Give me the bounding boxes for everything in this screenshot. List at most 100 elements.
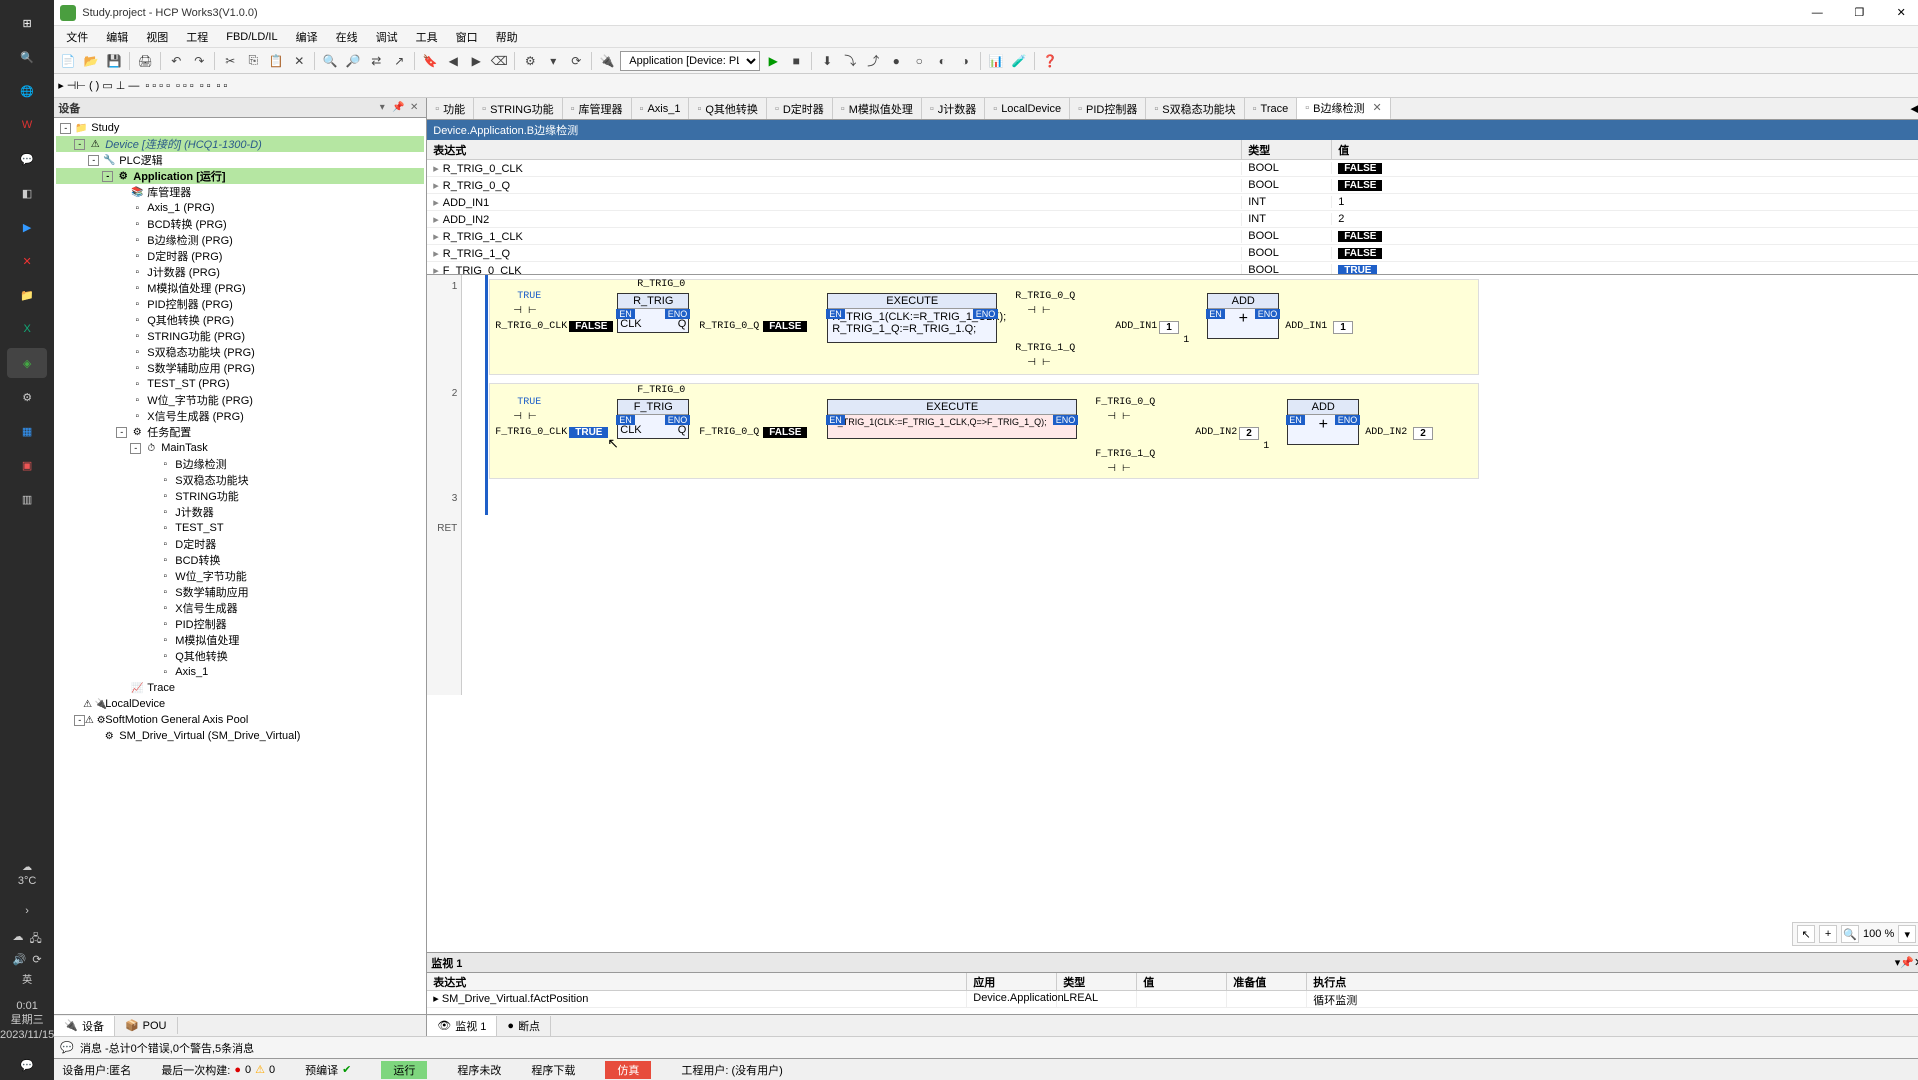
fb-rtrig[interactable]: R_TRIG EN ENO CLK Q (617, 293, 689, 333)
tree-item[interactable]: ▫STRING功能 (PRG) (56, 328, 424, 344)
tree-item[interactable]: ▫Q其他转换 (56, 648, 424, 664)
fb-add-1[interactable]: ADD EN ENO + (1207, 293, 1279, 339)
ld-t8-button[interactable]: ▫ (200, 80, 204, 92)
contact-ftrig1q[interactable]: ⊣ ⊢ (1107, 463, 1130, 475)
tree-item[interactable]: ▫W位_字节功能 (PRG) (56, 392, 424, 408)
help-button[interactable]: ❓ (1040, 51, 1060, 71)
var-row[interactable]: ▸R_TRIG_1_CLKBOOLFALSE (427, 228, 1918, 245)
tree-item[interactable]: ▫D定时器 (56, 536, 424, 552)
bm-prev-button[interactable]: ◀ (443, 51, 463, 71)
app1-icon[interactable]: ◧ (7, 178, 47, 208)
contact-1[interactable]: ⊣ ⊢ (513, 305, 536, 317)
rebuild-button[interactable]: ⟳ (566, 51, 586, 71)
tree-item[interactable]: ▫Q其他转换 (PRG) (56, 312, 424, 328)
tree-item[interactable]: ▫PID控制器 (PRG) (56, 296, 424, 312)
editor-tab[interactable]: ▫ Trace (1245, 98, 1298, 120)
var-row[interactable]: ▸F_TRIG_0_CLKBOOLTRUE (427, 262, 1918, 274)
tree-item[interactable]: -📁Study (56, 120, 424, 136)
minimize-button[interactable]: — (1797, 3, 1837, 23)
login-button[interactable]: 🔌 (597, 51, 617, 71)
edge-icon[interactable]: 🌐 (7, 76, 47, 106)
cursor-tool-button[interactable]: ↖ (1797, 925, 1815, 943)
fb-execute-2[interactable]: EXECUTE EN ENO F_TRIG_1(CLK:=F_TRIG_1_CL… (827, 399, 1077, 439)
tree-item[interactable]: -⚙Application [运行] (56, 168, 424, 184)
ld-cursor-button[interactable]: ▸ (58, 79, 64, 92)
tab-devices[interactable]: 🔌 设备 (54, 1016, 115, 1036)
zoom-tool-button[interactable]: 🔍 (1841, 925, 1859, 943)
net-icon[interactable]: 🖧 (29, 930, 41, 949)
device-tree[interactable]: -📁Study-⚠Device [连接的] (HCQ1-1300-D)-🔧PLC… (54, 118, 426, 1014)
hcp-icon[interactable]: ◈ (7, 348, 47, 378)
app3-icon[interactable]: ✕ (7, 246, 47, 276)
contact-ftrig0q[interactable]: ⊣ ⊢ (1107, 411, 1130, 423)
bm-next-button[interactable]: ▶ (466, 51, 486, 71)
excel-icon[interactable]: X (7, 314, 47, 344)
tree-item[interactable]: -⏱MainTask (56, 440, 424, 456)
watch-row[interactable]: ▸ SM_Drive_Virtual.fActPosition Device.A… (427, 991, 1918, 1008)
fb-add-2[interactable]: ADD EN ENO + (1287, 399, 1359, 445)
step-out-button[interactable]: ⤴ (863, 51, 883, 71)
editor-tab[interactable]: ▫ STRING功能 (474, 98, 562, 120)
copy-button[interactable]: ⎘ (243, 51, 263, 71)
editor-tab[interactable]: ▫ B边缘检测 ✕ (1297, 98, 1390, 120)
fb-execute-1[interactable]: EXECUTE EN ENO R_TRIG_1(CLK:=R_TRIG_1_CL… (827, 293, 997, 343)
editor-tab[interactable]: ▫ PID控制器 (1070, 98, 1146, 120)
redo-button[interactable]: ↷ (189, 51, 209, 71)
ld-t4-button[interactable]: ▫ (166, 80, 170, 92)
tree-item[interactable]: ▫TEST_ST (PRG) (56, 376, 424, 392)
trace-button[interactable]: 📊 (986, 51, 1006, 71)
build2-button[interactable]: ▾ (543, 51, 563, 71)
editor-tab[interactable]: ▫ 功能 (427, 98, 474, 120)
menu-编辑[interactable]: 编辑 (98, 27, 136, 47)
var-row[interactable]: ▸ADD_IN1INT1 (427, 194, 1918, 211)
close-button[interactable]: ✕ (1881, 3, 1918, 23)
ld-branch-button[interactable]: ⊥ (116, 79, 126, 92)
build-button[interactable]: ⚙ (520, 51, 540, 71)
tree-item[interactable]: ▫TEST_ST (56, 520, 424, 536)
tabs-prev-button[interactable]: ◀ (1910, 102, 1918, 115)
tree-item[interactable]: 📚库管理器 (56, 184, 424, 200)
undo-button[interactable]: ↶ (166, 51, 186, 71)
menu-在线[interactable]: 在线 (328, 27, 366, 47)
tree-item[interactable]: ▫S数学辅助应用 (PRG) (56, 360, 424, 376)
clock-info[interactable]: 0:01星期三2023/11/15 (0, 995, 54, 1046)
step-over-button[interactable]: ⤵ (840, 51, 860, 71)
ld-t11-button[interactable]: ▫ (223, 80, 227, 92)
tree-item[interactable]: -⚙任务配置 (56, 424, 424, 440)
menu-FBD/LD/IL[interactable]: FBD/LD/IL (218, 29, 285, 45)
explorer-icon[interactable]: 📁 (7, 280, 47, 310)
editor-tab[interactable]: ▫ 库管理器 (563, 98, 632, 120)
volume-icon[interactable]: 🔊 (13, 953, 27, 966)
tree-item[interactable]: ▫B边缘检测 (56, 456, 424, 472)
var-row[interactable]: ▸ADD_IN2INT2 (427, 211, 1918, 228)
wechat-icon[interactable]: 💬 (7, 144, 47, 174)
contact-rtrig1q[interactable]: ⊣ ⊢ (1027, 357, 1050, 369)
contact-2[interactable]: ⊣ ⊢ (513, 411, 536, 423)
new-button[interactable]: 📄 (58, 51, 78, 71)
editor-tab[interactable]: ▫ S双稳态功能块 (1146, 98, 1244, 120)
tree-item[interactable]: ▫D定时器 (PRG) (56, 248, 424, 264)
add-tool-button[interactable]: + (1819, 925, 1837, 943)
editor-tab[interactable]: ▫ Axis_1 (632, 98, 690, 120)
tab-watch1[interactable]: 👁 监视 1 (427, 1016, 497, 1036)
ld-t3-button[interactable]: ▫ (159, 80, 163, 92)
menu-工具[interactable]: 工具 (408, 27, 446, 47)
menu-工程[interactable]: 工程 (178, 27, 216, 47)
save-button[interactable]: 💾 (104, 51, 124, 71)
tree-item[interactable]: ▫X信号生成器 (56, 600, 424, 616)
ld-t10-button[interactable]: ▫ (217, 80, 221, 92)
tree-item[interactable]: ▫J计数器 (56, 504, 424, 520)
ld-wire-button[interactable]: — (128, 80, 139, 92)
editor-tab[interactable]: ▫ D定时器 (767, 98, 833, 120)
watch-close-button[interactable]: ✕ (1914, 956, 1918, 969)
tree-item[interactable]: ▫X信号生成器 (PRG) (56, 408, 424, 424)
watch-table[interactable]: 表达式 应用 类型 值 准备值 执行点 ▸ SM_Drive_Virtual.f… (427, 973, 1918, 1014)
var-row[interactable]: ▸R_TRIG_1_QBOOLFALSE (427, 245, 1918, 262)
cloud-icon[interactable]: ☁ (12, 930, 23, 949)
menu-窗口[interactable]: 窗口 (448, 27, 486, 47)
ld-t6-button[interactable]: ▫ (183, 80, 187, 92)
tree-item[interactable]: -⚠Device [连接的] (HCQ1-1300-D) (56, 136, 424, 152)
bp2-button[interactable]: ○ (909, 51, 929, 71)
maximize-button[interactable]: ❐ (1839, 3, 1879, 23)
menu-编译[interactable]: 编译 (288, 27, 326, 47)
